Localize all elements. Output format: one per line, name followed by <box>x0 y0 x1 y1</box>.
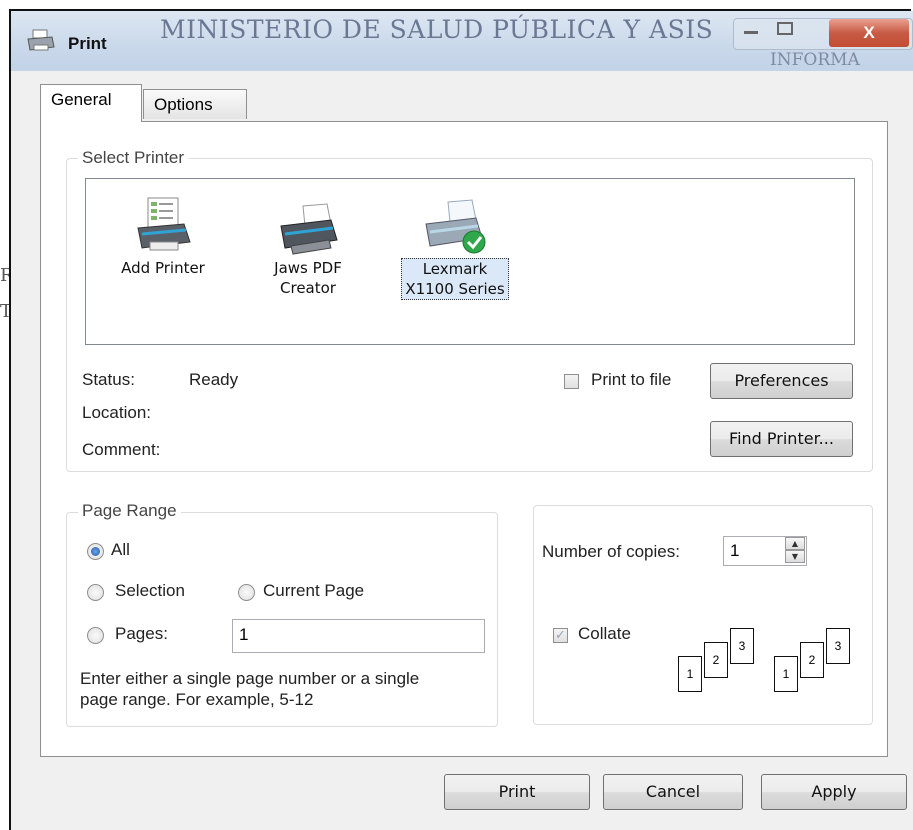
printer-item-add-printer[interactable]: Add Printer <box>98 188 228 278</box>
close-button[interactable]: X <box>829 19 909 47</box>
printer-item-lexmark-x1100[interactable]: Lexmark X1100 Series <box>385 188 525 300</box>
printer-name: Jaws PDF <box>274 259 342 277</box>
radio-selection-label[interactable]: Selection <box>115 581 185 601</box>
printer-name: Add Printer <box>121 259 205 277</box>
collate-checkbox[interactable]: ✓ <box>553 628 568 643</box>
radio-current-page-label[interactable]: Current Page <box>263 581 364 601</box>
hint-line: page range. For example, 5-12 <box>80 690 314 709</box>
comment-label: Comment: <box>82 440 161 459</box>
printer-name-line2: X1100 Series <box>405 280 505 298</box>
background-document-heading: MINISTERIO DE SALUD PÚBLICA Y ASIS <box>160 15 714 44</box>
radio-pages-label[interactable]: Pages: <box>115 624 168 644</box>
collate-illustration: 3 2 1 <box>678 628 758 700</box>
pages-input[interactable]: 1 <box>232 619 485 653</box>
tab-general[interactable]: General <box>40 84 142 122</box>
collate-illustration: 3 2 1 <box>774 628 854 700</box>
printer-item-jaws-pdf-creator[interactable]: Jaws PDF Creator <box>248 188 368 298</box>
page-3-icon: 3 <box>730 628 754 664</box>
apply-button[interactable]: Apply <box>761 774 907 810</box>
caption-buttons: X <box>733 18 913 50</box>
tab-label: Options <box>154 95 213 114</box>
cancel-button[interactable]: Cancel <box>603 774 743 810</box>
tab-options[interactable]: Options <box>143 89 247 119</box>
minimize-icon <box>744 31 758 34</box>
hint-line: Enter either a single page number or a s… <box>80 669 420 688</box>
radio-selection[interactable] <box>87 584 104 601</box>
find-printer-button[interactable]: Find Printer... <box>710 421 853 457</box>
page-range-legend: Page Range <box>78 501 181 521</box>
default-printer-icon <box>425 199 486 254</box>
close-icon: X <box>863 23 875 42</box>
number-of-copies-label: Number of copies: <box>542 542 680 561</box>
print-to-file-checkbox[interactable] <box>564 374 579 389</box>
tab-label: General <box>51 90 112 109</box>
page-2-icon: 2 <box>704 642 728 678</box>
radio-all-label[interactable]: All <box>111 540 130 560</box>
page-range-hint: Enter either a single page number or a s… <box>80 668 500 710</box>
spin-up-icon[interactable]: ▲ <box>785 537 805 550</box>
radio-current-page[interactable] <box>238 584 255 601</box>
page-2-icon: 2 <box>800 642 824 678</box>
maximize-button[interactable] <box>770 19 800 47</box>
location-label: Location: <box>82 403 151 422</box>
status-value: Ready <box>189 370 239 389</box>
collate-label[interactable]: Collate <box>578 624 631 644</box>
printer-name: Lexmark <box>422 260 488 278</box>
preferences-button[interactable]: Preferences <box>710 363 853 399</box>
minimize-button[interactable] <box>736 19 766 47</box>
page-3-icon: 3 <box>826 628 850 664</box>
page-1-icon: 1 <box>678 656 702 692</box>
print-to-file-label[interactable]: Print to file <box>591 370 671 390</box>
copies-spinner[interactable]: ▲ ▼ <box>785 537 805 565</box>
add-printer-icon <box>137 197 191 251</box>
print-button[interactable]: Print <box>444 774 590 810</box>
radio-pages[interactable] <box>87 627 104 644</box>
spin-down-icon[interactable]: ▼ <box>785 550 805 563</box>
printer-name-line2: Creator <box>280 279 336 297</box>
radio-all[interactable] <box>87 543 104 560</box>
background-document-subheading: INFORMA <box>770 50 860 70</box>
maximize-icon <box>777 22 793 35</box>
select-printer-legend: Select Printer <box>78 148 189 168</box>
selected-printer-label: Lexmark X1100 Series <box>401 258 509 300</box>
page-1-icon: 1 <box>774 656 798 692</box>
printer-icon <box>280 203 338 255</box>
printer-icon <box>27 29 55 51</box>
status-label: Status: <box>82 370 135 389</box>
window-title: Print <box>68 34 107 53</box>
